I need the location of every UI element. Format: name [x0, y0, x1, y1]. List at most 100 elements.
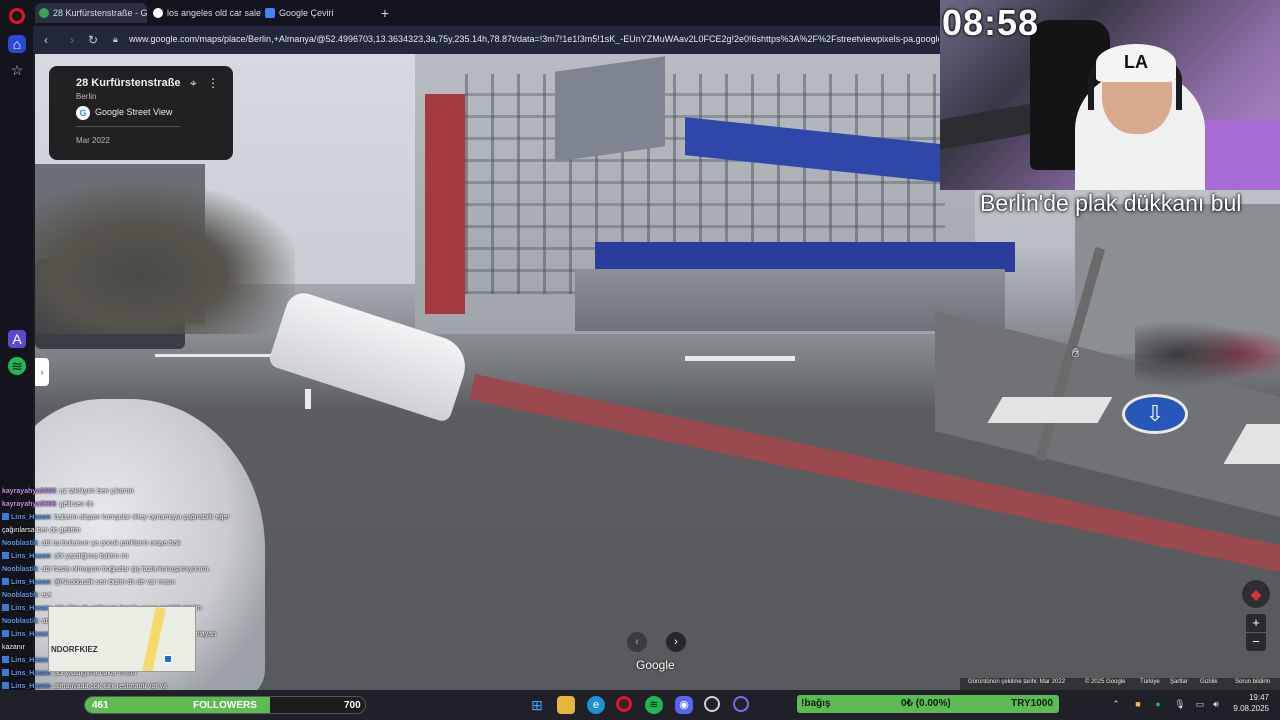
chat-message: kayrayahya0606: gelirsen dc: [2, 500, 260, 509]
opera-logo-icon[interactable]: [9, 8, 25, 24]
tab-translate[interactable]: Google Çeviri: [261, 3, 373, 23]
system-time[interactable]: 19:47: [1219, 693, 1269, 702]
chat-badge-icon: [2, 604, 9, 611]
previous-arrow-icon[interactable]: ‹: [627, 632, 647, 652]
stream-caption: Berlin'de plak dükkanı bul: [980, 190, 1242, 216]
tab-label: Google Çeviri: [279, 8, 334, 18]
maps-favicon-icon: [39, 8, 49, 18]
chat-text: : az takılıyım ben çıkarım: [55, 488, 134, 495]
chat-text: : @Nooblastik sen bizim dc de var mısın: [50, 579, 176, 586]
compass-icon[interactable]: ◆: [1242, 580, 1270, 608]
chat-badge-icon: [2, 656, 9, 663]
chevron-up-icon[interactable]: ⌃: [1110, 697, 1122, 711]
chat-badge-icon: [2, 578, 9, 585]
chat-badge-icon: [2, 682, 9, 689]
followers-goal: 700: [344, 700, 361, 711]
chat-username[interactable]: Lins_Hasan: [11, 605, 50, 612]
chat-username[interactable]: Nooblastik: [2, 566, 38, 573]
tab-bar: 28 Kurfürstenstraße - Goo los angeles ol…: [33, 0, 940, 26]
footer-terms[interactable]: Şartlar: [1170, 679, 1188, 685]
chat-message: çağırılarsa ben dc gelirim: [2, 526, 260, 535]
chat-username[interactable]: Lins_Hasan: [11, 514, 50, 521]
place-card: 28 Kurfürstenstraße Berlin ⌖ ⋮ G Google …: [49, 66, 233, 160]
trees: [35, 184, 295, 334]
url-field[interactable]: www.google.com/maps/place/Berlin,+Almany…: [129, 34, 939, 44]
chat-username[interactable]: kayrayahya0606: [2, 488, 56, 495]
tray-app-icon[interactable]: ■: [1132, 697, 1144, 711]
expand-panel-button[interactable]: ›: [35, 358, 49, 386]
chat-username[interactable]: Lins_Hasan: [11, 631, 50, 638]
chat-badge-icon: [2, 669, 9, 676]
footer-region[interactable]: Türkiye: [1140, 679, 1160, 685]
file-explorer-icon[interactable]: [557, 696, 575, 714]
chat-username[interactable]: Lins_Hasan: [11, 657, 50, 664]
minimap[interactable]: NDORFKIEZ: [48, 606, 196, 672]
chat-username[interactable]: Nooblastik: [2, 540, 38, 547]
zoom-in-button[interactable]: +: [1246, 614, 1266, 632]
place-title: 28 Kurfürstenstraße: [76, 77, 181, 89]
google-wordmark: Google: [636, 658, 675, 672]
chat-username[interactable]: Lins_Hasan: [11, 683, 50, 690]
footer-capture-date: Görüntünün çekilme tarihi: Mar 2022: [968, 679, 1066, 685]
microphone-icon[interactable]: 🎙︎: [1174, 697, 1186, 711]
hand-cursor-icon: ✋︎: [1072, 345, 1080, 360]
minimap-pin-icon: [164, 655, 172, 663]
lock-icon: 🔒︎: [113, 34, 118, 44]
aria-icon[interactable]: A: [8, 330, 26, 348]
spotify-icon[interactable]: ≋: [8, 357, 26, 375]
spotify-taskbar-icon[interactable]: ≋: [645, 696, 663, 714]
address-bar: ‹ › ↻ 🔒︎ www.google.com/maps/place/Berli…: [33, 26, 940, 54]
minimap-road: [142, 607, 166, 671]
followers-goal-bar: 461 FOLLOWERS 700: [84, 696, 366, 714]
chat-text: : abi sa bulursun ya çocuk parkların ora…: [37, 540, 181, 547]
edge-icon[interactable]: e: [587, 696, 605, 714]
chat-message: Nooblastik: evt: [2, 591, 260, 600]
obs-icon[interactable]: [704, 696, 720, 712]
donation-goal-bar: !bağış 0₺ (0.00%) TRY1000: [797, 695, 1059, 713]
tab-street-view[interactable]: 28 Kurfürstenstraße - Goo: [35, 3, 147, 23]
crosswalk: [987, 397, 1113, 423]
shop-sign: [595, 242, 1015, 272]
network-icon[interactable]: ▭: [1194, 697, 1206, 711]
chat-username[interactable]: Lins_Hasan: [11, 670, 50, 677]
chat-message: Lins_Hasan: @Nooblastik sen bizim dc de …: [2, 578, 260, 587]
footer-report[interactable]: Sorun bildirin: [1235, 679, 1270, 685]
more-vert-icon[interactable]: ⋮: [207, 76, 219, 90]
cap-logo: LA: [1096, 44, 1176, 82]
chat-text: : abi hasta olmuşum boğazlar şiş fazla k…: [37, 566, 211, 573]
windows-start-icon[interactable]: ⊞: [528, 696, 546, 714]
opera-icon[interactable]: [616, 696, 632, 712]
zoom-out-button[interactable]: −: [1246, 633, 1266, 651]
footer-privacy[interactable]: Gizlilik: [1200, 679, 1217, 685]
next-arrow-icon[interactable]: ›: [666, 632, 686, 652]
tray-spotify-icon[interactable]: ●: [1152, 697, 1164, 711]
google-logo-icon: G: [76, 106, 90, 120]
location-pin-icon[interactable]: ⌖: [190, 76, 202, 90]
pedestrians: [1135, 314, 1280, 394]
reload-icon[interactable]: ↻: [85, 32, 101, 48]
discord-icon[interactable]: ◉: [675, 696, 693, 714]
forward-arrow-icon[interactable]: ›: [64, 32, 80, 48]
star-icon[interactable]: ☆: [8, 61, 26, 79]
home-icon[interactable]: ⌂: [8, 35, 26, 53]
followers-current: 461: [92, 700, 109, 711]
plus-icon[interactable]: +: [377, 5, 393, 21]
street-view-label: Google Street View: [95, 107, 173, 117]
donation-command: !bağış: [801, 698, 831, 709]
tab-car-sale[interactable]: los angeles old car sale - C: [149, 3, 261, 23]
donation-goal: TRY1000: [1011, 698, 1053, 709]
chat-username[interactable]: Lins_Hasan: [11, 553, 50, 560]
stream-clock: 08:58: [942, 2, 1040, 43]
app-icon[interactable]: [733, 696, 749, 712]
system-date[interactable]: 9.08.2025: [1219, 704, 1269, 713]
chat-message: Lins_Hasan: abi yazdığıma baktın mı: [2, 552, 260, 561]
capture-date[interactable]: Mar 2022: [76, 136, 110, 145]
chat-username[interactable]: kayrayahya0606: [2, 501, 56, 508]
chat-username[interactable]: Lins_Hasan: [11, 579, 50, 586]
chat-text: : gelirsen dc: [55, 501, 94, 508]
back-arrow-icon[interactable]: ‹: [38, 32, 54, 48]
chat-username[interactable]: Nooblastik: [2, 592, 38, 599]
chat-username[interactable]: Nooblastik: [2, 618, 38, 625]
chat-text: : evt: [37, 592, 52, 599]
footer-copyright: © 2025 Google: [1085, 679, 1126, 685]
